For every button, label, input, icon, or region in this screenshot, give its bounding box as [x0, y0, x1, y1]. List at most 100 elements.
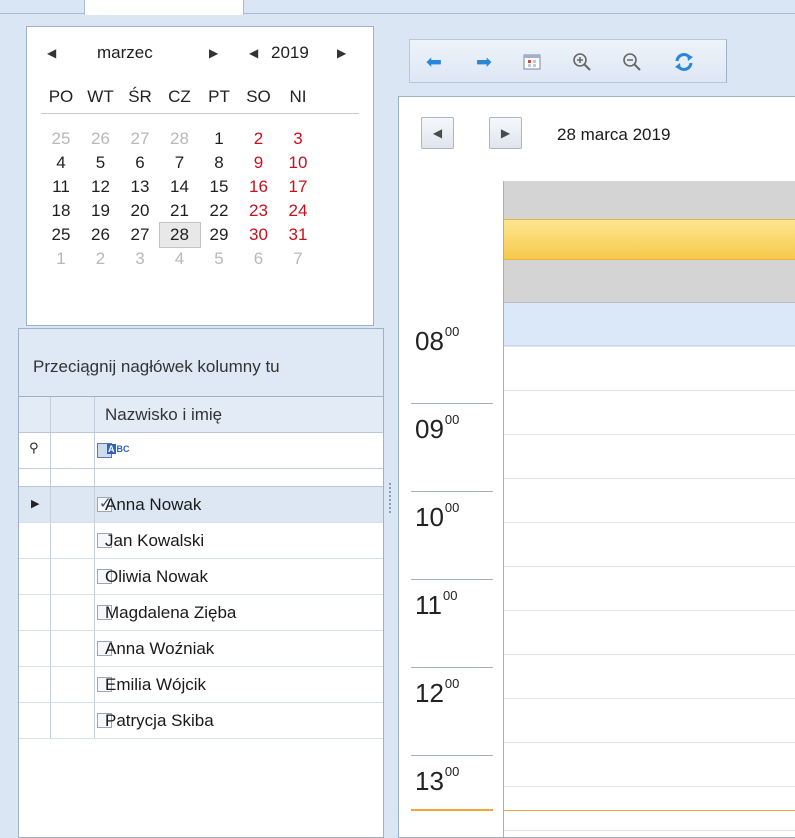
pin-icon[interactable]: ⚲ [29, 441, 39, 456]
prev-day-button[interactable]: ◀ [421, 117, 454, 149]
arrow-right-icon[interactable]: ➡ [472, 50, 496, 74]
calendar-day[interactable]: 26 [81, 127, 121, 151]
timeslot-line [504, 742, 795, 743]
calendar-day[interactable]: 6 [120, 151, 160, 175]
column-header-name[interactable]: Nazwisko i imię [105, 405, 222, 425]
calendar-day[interactable]: 3 [278, 127, 318, 151]
panel-splitter[interactable] [384, 328, 396, 838]
calendar-day[interactable]: 24 [278, 199, 318, 223]
day-column[interactable] [503, 181, 795, 838]
arrow-left-icon[interactable]: ⬅ [422, 50, 446, 74]
calendar-day[interactable]: 10 [278, 151, 318, 175]
calendar-week: 18 19 20 21 22 23 24 [41, 199, 361, 223]
calendar-day[interactable]: 18 [41, 199, 81, 223]
person-name: Emilia Wójcik [105, 675, 207, 694]
calendar-day[interactable]: 12 [81, 175, 121, 199]
calendar-day[interactable]: 2 [239, 127, 279, 151]
calendar-day[interactable]: 27 [120, 127, 160, 151]
person-name: Anna Woźniak [105, 639, 215, 658]
hour-label: 1200 [415, 676, 460, 708]
calendar-day[interactable]: 21 [160, 199, 200, 223]
person-name: Oliwia Nowak [105, 567, 208, 586]
schedule-panel: ⬅ ➡ ◀ ▶ 28 marca 2019 0800 0900 1000 110… [396, 26, 795, 838]
chevron-left-icon: ◀ [432, 126, 443, 140]
prev-month-icon[interactable]: ◀ [47, 46, 56, 60]
table-row[interactable]: Oliwia Nowak [19, 559, 383, 595]
hour-divider [411, 579, 493, 580]
calendar-day[interactable]: 15 [199, 175, 239, 199]
calendar-day[interactable]: 17 [278, 175, 318, 199]
calendar-day[interactable]: 7 [278, 247, 318, 271]
calendar-day[interactable]: 22 [199, 199, 239, 223]
month-label[interactable]: marzec [97, 43, 153, 63]
prev-year-icon[interactable]: ◀ [249, 46, 258, 60]
calendar-day[interactable]: 20 [120, 199, 160, 223]
next-year-icon[interactable]: ▶ [337, 46, 346, 60]
hour-label: 1000 [415, 500, 460, 532]
calendar-icon[interactable] [520, 50, 544, 74]
table-row[interactable]: Emilia Wójcik [19, 667, 383, 703]
calendar-day-today[interactable]: 28 [158, 222, 201, 248]
timeslot-line [504, 522, 795, 523]
calendar-day[interactable]: 4 [41, 151, 81, 175]
calendar-day[interactable]: 14 [160, 175, 200, 199]
table-row[interactable]: Magdalena Zięba [19, 595, 383, 631]
group-by-panel[interactable]: Przeciągnij nagłówek kolumny tu [19, 329, 383, 397]
calendar-day[interactable]: 19 [81, 199, 121, 223]
year-label[interactable]: 2019 [271, 43, 309, 63]
timeslot-line [504, 346, 795, 347]
tab-active[interactable] [84, 0, 244, 15]
calendar-day[interactable]: 9 [239, 151, 279, 175]
weekday-header: PO WT ŚR CZ PT SO NI [41, 87, 361, 107]
calendar-day[interactable]: 28 [160, 127, 200, 151]
calendar-day[interactable]: 25 [41, 127, 81, 151]
weekday-label: SO [246, 87, 271, 106]
calendar-day[interactable]: 8 [199, 151, 239, 175]
toolbar-group: ⬅ ➡ [409, 39, 727, 83]
calendar-day[interactable]: 3 [120, 247, 160, 271]
calendar-day[interactable]: 1 [199, 127, 239, 151]
column-header-row: Nazwisko i imię [19, 397, 383, 433]
next-month-icon[interactable]: ▶ [209, 46, 218, 60]
allday-band-bottom [504, 260, 795, 303]
calendar-day[interactable]: 5 [81, 151, 121, 175]
tab-inactive[interactable] [0, 0, 84, 14]
calendar-day[interactable]: 5 [199, 247, 239, 271]
calendar-day[interactable]: 1 [41, 247, 81, 271]
timeslot-line [504, 390, 795, 391]
text-filter-icon[interactable]: A BC [107, 444, 130, 454]
timeslot-line [504, 698, 795, 699]
calendar-day[interactable]: 2 [81, 247, 121, 271]
calendar-day[interactable]: 27 [120, 223, 160, 247]
calendar-week: 25 26 27 28 29 30 31 [41, 222, 361, 248]
current-date-label: 28 marca 2019 [557, 125, 671, 144]
calendar-day[interactable]: 7 [160, 151, 200, 175]
table-row[interactable]: Anna Woźniak [19, 631, 383, 667]
calendar-day[interactable]: 11 [41, 175, 81, 199]
allday-band-top [504, 181, 795, 219]
weekday-label: NI [289, 87, 307, 106]
zoom-in-icon[interactable] [570, 50, 594, 74]
timeslot-line [504, 434, 795, 435]
tab-strip [0, 0, 795, 15]
zoom-out-icon[interactable] [620, 50, 644, 74]
calendar-day[interactable]: 13 [120, 175, 160, 199]
table-row[interactable]: ▶ Anna Nowak [19, 487, 383, 523]
calendar-day[interactable]: 25 [41, 223, 81, 247]
calendar-day[interactable]: 29 [199, 223, 239, 247]
event-bar[interactable] [504, 219, 795, 260]
calendar-day[interactable]: 23 [239, 199, 279, 223]
table-row[interactable]: Jan Kowalski [19, 523, 383, 559]
table-row[interactable]: Patrycja Skiba [19, 703, 383, 739]
calendar-day[interactable]: 31 [278, 223, 318, 247]
refresh-icon[interactable] [672, 50, 696, 74]
next-day-button[interactable]: ▶ [489, 117, 522, 149]
timeslot-line [504, 786, 795, 787]
calendar-day[interactable]: 4 [160, 247, 200, 271]
splitter-grip-icon[interactable] [389, 483, 391, 513]
calendar-day[interactable]: 30 [239, 223, 279, 247]
calendar-day[interactable]: 26 [81, 223, 121, 247]
calendar-day[interactable]: 16 [239, 175, 279, 199]
calendar-day[interactable]: 6 [239, 247, 279, 271]
selected-timeslot[interactable] [504, 303, 795, 346]
